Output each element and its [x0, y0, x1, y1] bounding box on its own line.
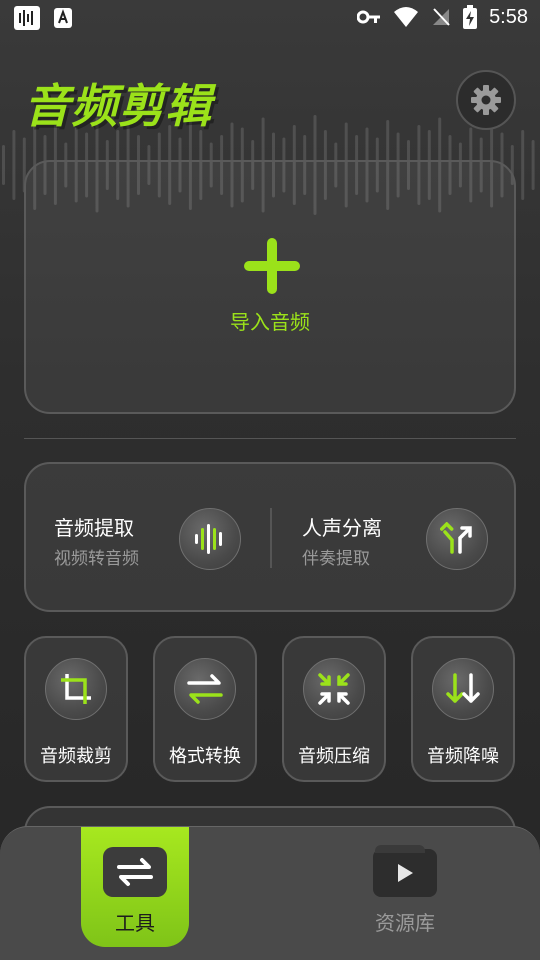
- clock: 5:58: [489, 5, 528, 28]
- nav-tab-tools-label: 工具: [115, 911, 155, 935]
- waveform-bar: [12, 130, 16, 200]
- vocal-separation-item[interactable]: 人声分离 伴奏提取: [272, 464, 516, 614]
- audio-extract-item[interactable]: 音频提取 视频转音频: [26, 464, 270, 614]
- audio-extract-icon-button[interactable]: [179, 508, 241, 570]
- waveform-icon: [195, 524, 222, 554]
- gear-icon: [471, 85, 501, 115]
- denoise-arrows-icon: [446, 673, 480, 703]
- vocal-separation-icon-button[interactable]: [426, 508, 488, 570]
- battery-charging-icon: [463, 5, 478, 29]
- play-icon: [398, 864, 413, 882]
- wifi-icon: [394, 7, 419, 27]
- signal-off-icon: [433, 8, 450, 26]
- tool-label: 音频压缩: [298, 746, 370, 767]
- vocal-separation-subtitle: 伴奏提取: [302, 549, 370, 569]
- extract-separate-card: 音频提取 视频转音频 人声分离 伴奏提取: [24, 462, 516, 612]
- swap-arrows-icon: [103, 847, 167, 897]
- tool-format-convert[interactable]: 格式转换: [153, 636, 257, 782]
- compress-icon-button: [303, 658, 365, 720]
- nav-tab-tools[interactable]: 工具: [81, 827, 189, 947]
- text-notification-icon: [54, 8, 72, 28]
- import-audio-card[interactable]: 导入音频: [24, 160, 516, 414]
- tool-label: 音频裁剪: [40, 746, 112, 767]
- import-audio-label: 导入音频: [230, 310, 310, 334]
- tool-label: 格式转换: [169, 746, 241, 767]
- waveform-bar: [521, 130, 525, 200]
- vocal-separation-title: 人声分离: [302, 516, 382, 540]
- tool-audio-denoise[interactable]: 音频降噪: [411, 636, 515, 782]
- convert-arrows-icon: [187, 674, 223, 704]
- bottom-navigation: 工具 资源库: [0, 826, 540, 960]
- tool-audio-crop[interactable]: 音频裁剪: [24, 636, 128, 782]
- plus-icon: [244, 238, 300, 294]
- audio-extract-title: 音频提取: [54, 516, 134, 540]
- waveform-bar: [531, 140, 535, 190]
- settings-button[interactable]: [456, 70, 516, 130]
- divider: [24, 438, 516, 439]
- nav-tab-library-label[interactable]: 资源库: [350, 907, 460, 936]
- crop-icon-button: [45, 658, 107, 720]
- tool-audio-compress[interactable]: 音频压缩: [282, 636, 386, 782]
- status-bar: 5:58: [0, 0, 540, 36]
- split-arrows-icon: [440, 522, 472, 554]
- crop-icon: [61, 674, 91, 704]
- nav-tab-library-icon[interactable]: [373, 845, 437, 897]
- denoise-icon-button: [432, 658, 494, 720]
- audio-extract-subtitle: 视频转音频: [54, 549, 139, 569]
- app-title: 音频剪辑: [24, 79, 212, 133]
- key-icon: [357, 10, 381, 24]
- notification-icons: [14, 6, 72, 30]
- waveform-bar: [2, 145, 5, 185]
- compress-icon: [318, 673, 350, 705]
- audio-app-notification-icon: [14, 6, 40, 30]
- convert-icon-button: [174, 658, 236, 720]
- tool-label: 音频降噪: [427, 746, 499, 767]
